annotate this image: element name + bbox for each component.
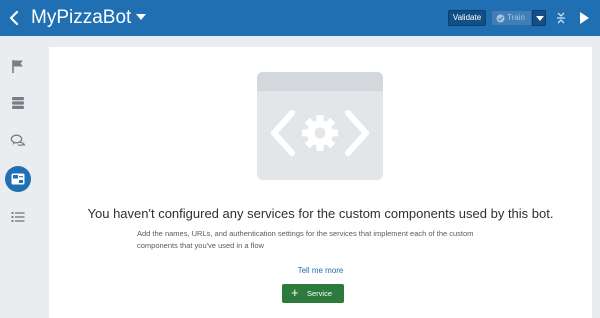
- plus-icon: +: [291, 285, 299, 300]
- top-bar: MyPizzaBot Validate Train: [0, 0, 600, 36]
- flag-icon: [12, 60, 23, 73]
- sidebar-item-intents[interactable]: [5, 53, 31, 79]
- train-button-group: Train: [491, 9, 547, 27]
- components-icon: [11, 173, 25, 185]
- main-panel: You haven't configured any services for …: [49, 47, 592, 318]
- train-label: Train: [507, 13, 525, 22]
- train-options-button[interactable]: [532, 10, 546, 26]
- database-icon: [12, 97, 24, 109]
- add-service-label: Service: [307, 289, 333, 298]
- sidebar-item-entities[interactable]: [5, 90, 31, 116]
- empty-state-subtext: Add the names, URLs, and authentication …: [137, 229, 474, 250]
- sidebar-item-list[interactable]: [5, 204, 31, 230]
- app-title: MyPizzaBot: [31, 7, 132, 28]
- collapse-icon[interactable]: [555, 11, 567, 25]
- validate-button[interactable]: Validate: [448, 10, 486, 26]
- sidebar-item-flows[interactable]: [5, 128, 31, 154]
- custom-component-illustration-icon: [256, 71, 384, 181]
- train-icon: [496, 14, 505, 23]
- sidebar-item-components[interactable]: [5, 166, 31, 192]
- chat-bubbles-icon: [10, 134, 26, 146]
- train-button[interactable]: Train: [491, 10, 532, 26]
- add-service-button[interactable]: + Service: [282, 284, 344, 303]
- list-icon: [11, 212, 25, 222]
- sidebar: [0, 36, 36, 318]
- tell-me-more-link[interactable]: Tell me more: [49, 266, 592, 275]
- empty-state-message: You haven't configured any services for …: [87, 206, 554, 221]
- chevron-down-icon[interactable]: [135, 10, 147, 24]
- play-icon[interactable]: [577, 10, 591, 26]
- back-icon[interactable]: [6, 8, 24, 28]
- caret-down-icon: [536, 16, 544, 21]
